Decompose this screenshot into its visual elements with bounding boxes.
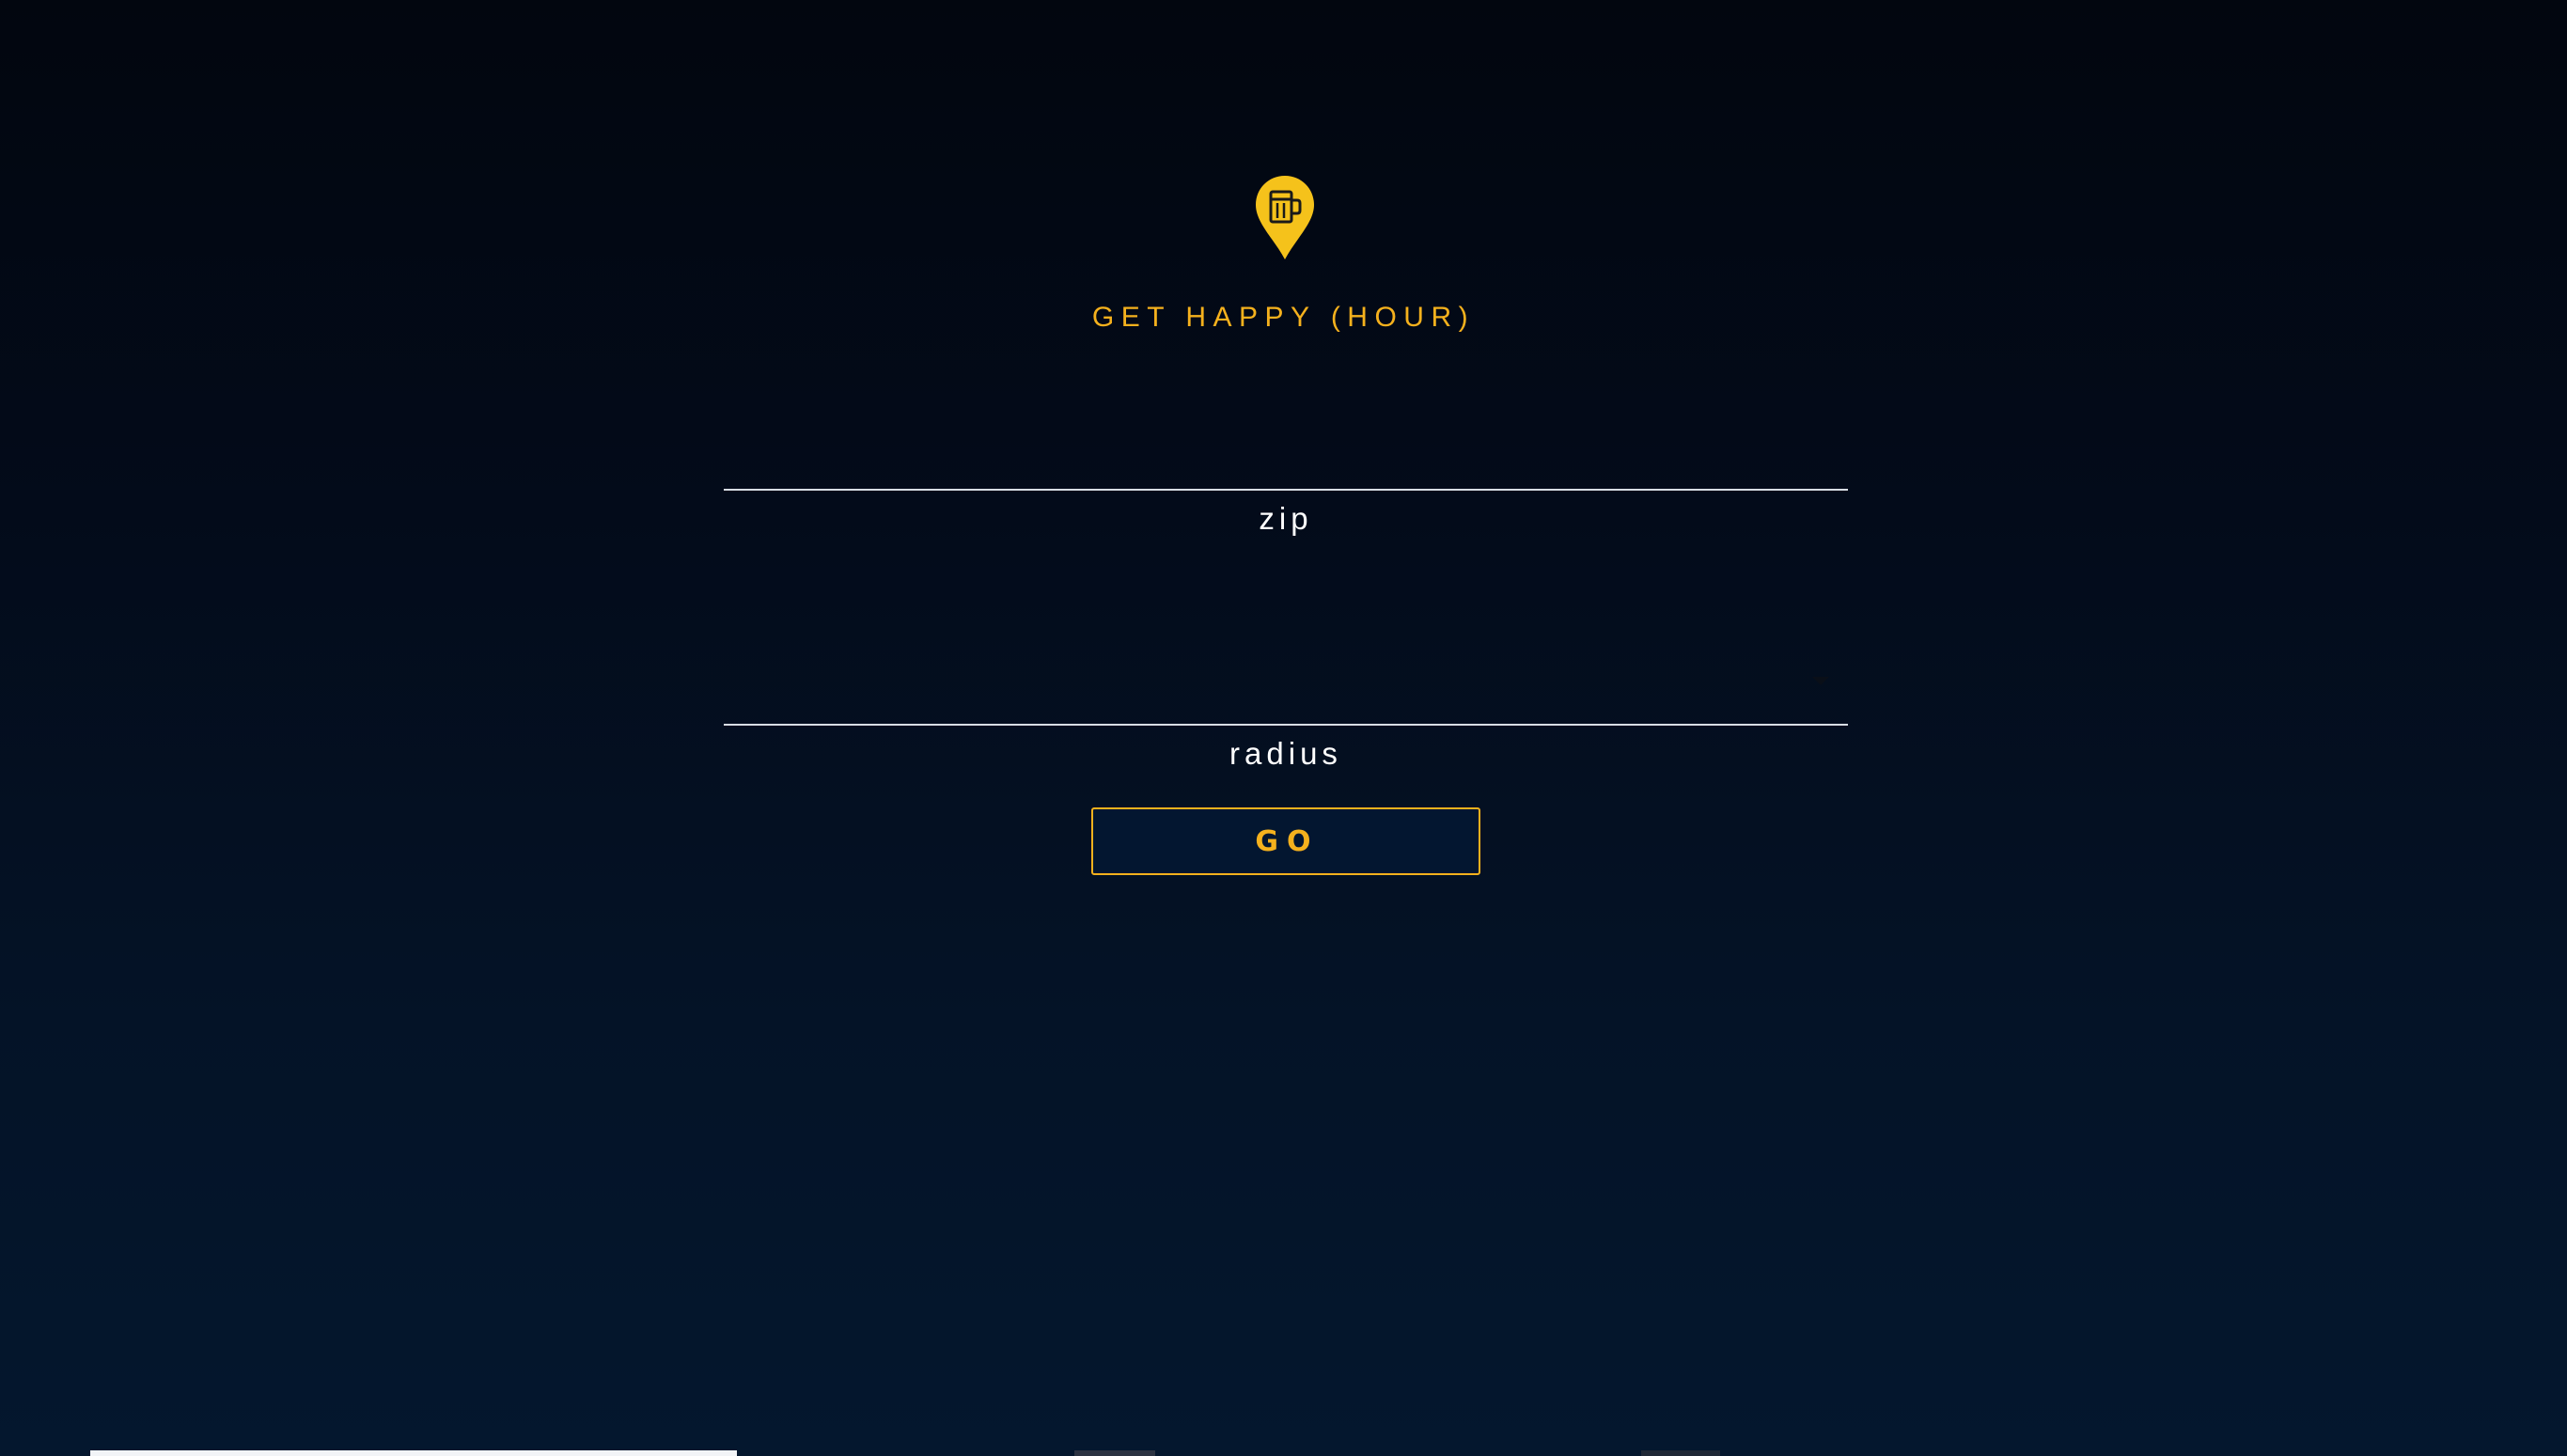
zip-input[interactable] — [724, 414, 1848, 491]
bottom-divider — [1641, 1450, 1720, 1456]
radius-label: radius — [1229, 736, 1342, 771]
app-title: GET HAPPY (HOUR) — [1091, 302, 1476, 333]
app-screen: GET HAPPY (HOUR) zip radius GO — [0, 0, 2567, 1456]
radius-select[interactable] — [724, 620, 1848, 726]
zip-label: zip — [1259, 501, 1313, 536]
radius-field: radius — [724, 620, 1848, 780]
go-button[interactable]: GO — [1091, 807, 1480, 875]
bottom-divider — [1074, 1450, 1155, 1456]
scrollbar-thumb[interactable] — [90, 1450, 737, 1456]
beer-location-pin-icon — [1256, 176, 1314, 259]
zip-field: zip — [724, 414, 1848, 545]
chevron-down-icon — [1812, 677, 1829, 685]
